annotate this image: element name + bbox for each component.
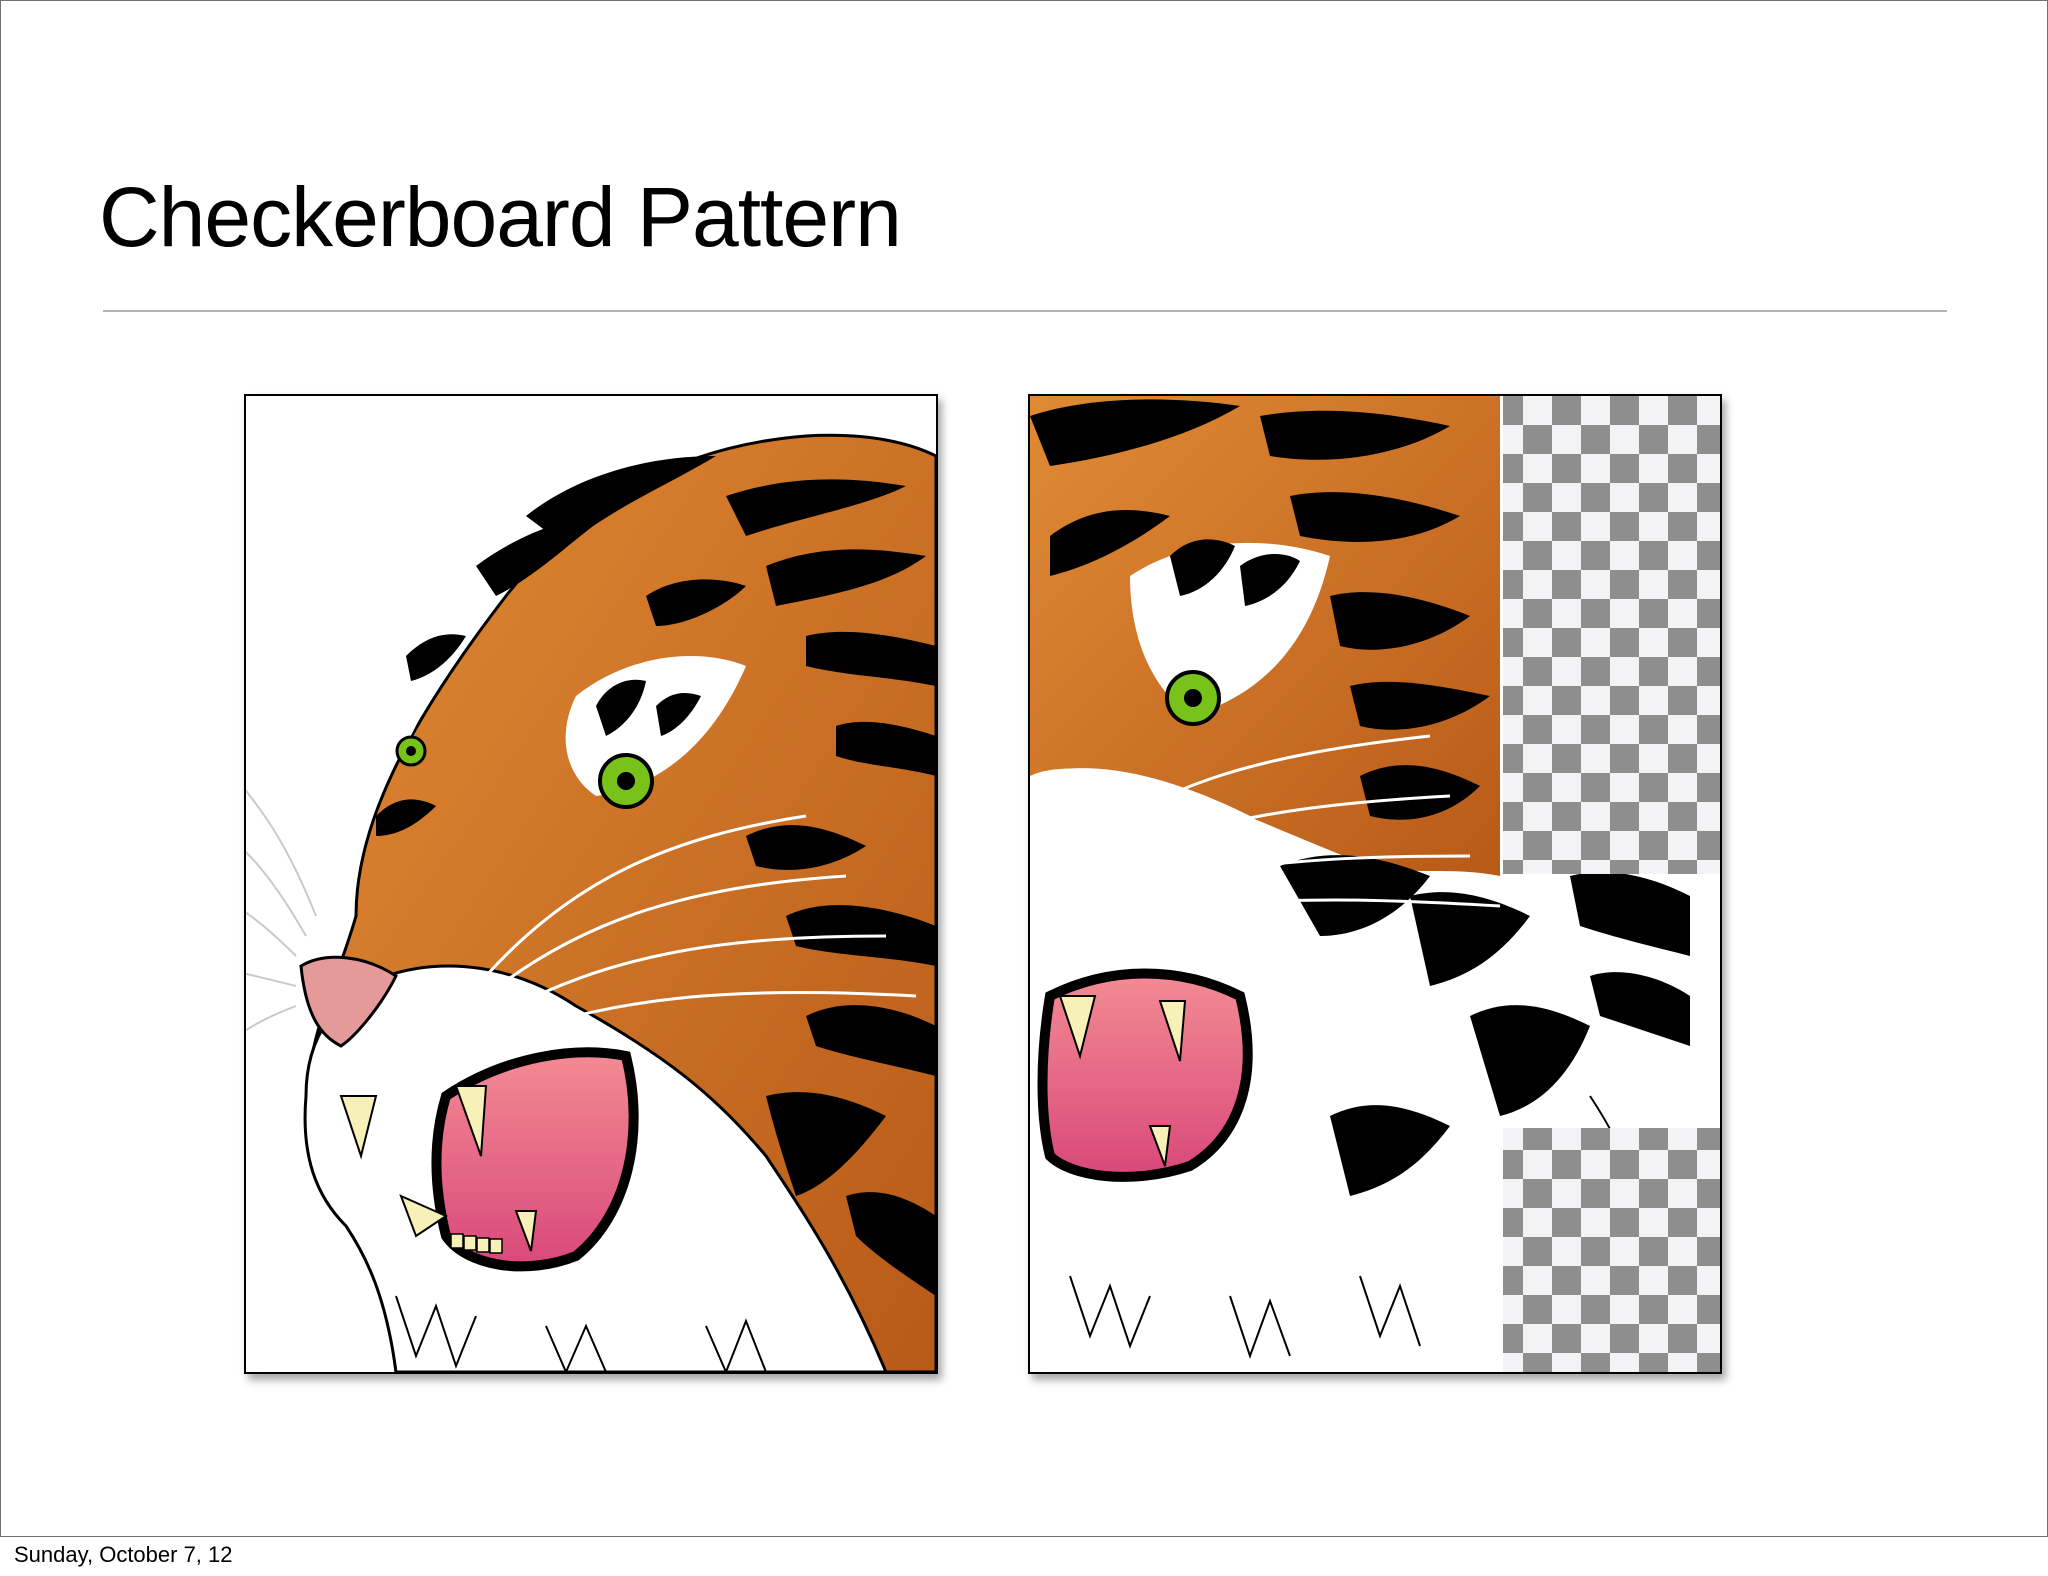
title-divider [103,310,1947,312]
tiger-illustration-checkered [1030,396,1720,1372]
tiger-image-with-checkerboard [1028,394,1722,1374]
slide-title: Checkerboard Pattern [99,170,902,264]
transparent-tile-bottom [1503,1128,1720,1372]
tiger-illustration [246,396,936,1372]
transparent-tile-top [1503,396,1720,874]
footer-bar [0,1537,2048,1576]
slide: Checkerboard Pattern [0,0,2048,1537]
tiger-image-original [244,394,938,1374]
footer-date: Sunday, October 7, 12 [14,1542,233,1567]
